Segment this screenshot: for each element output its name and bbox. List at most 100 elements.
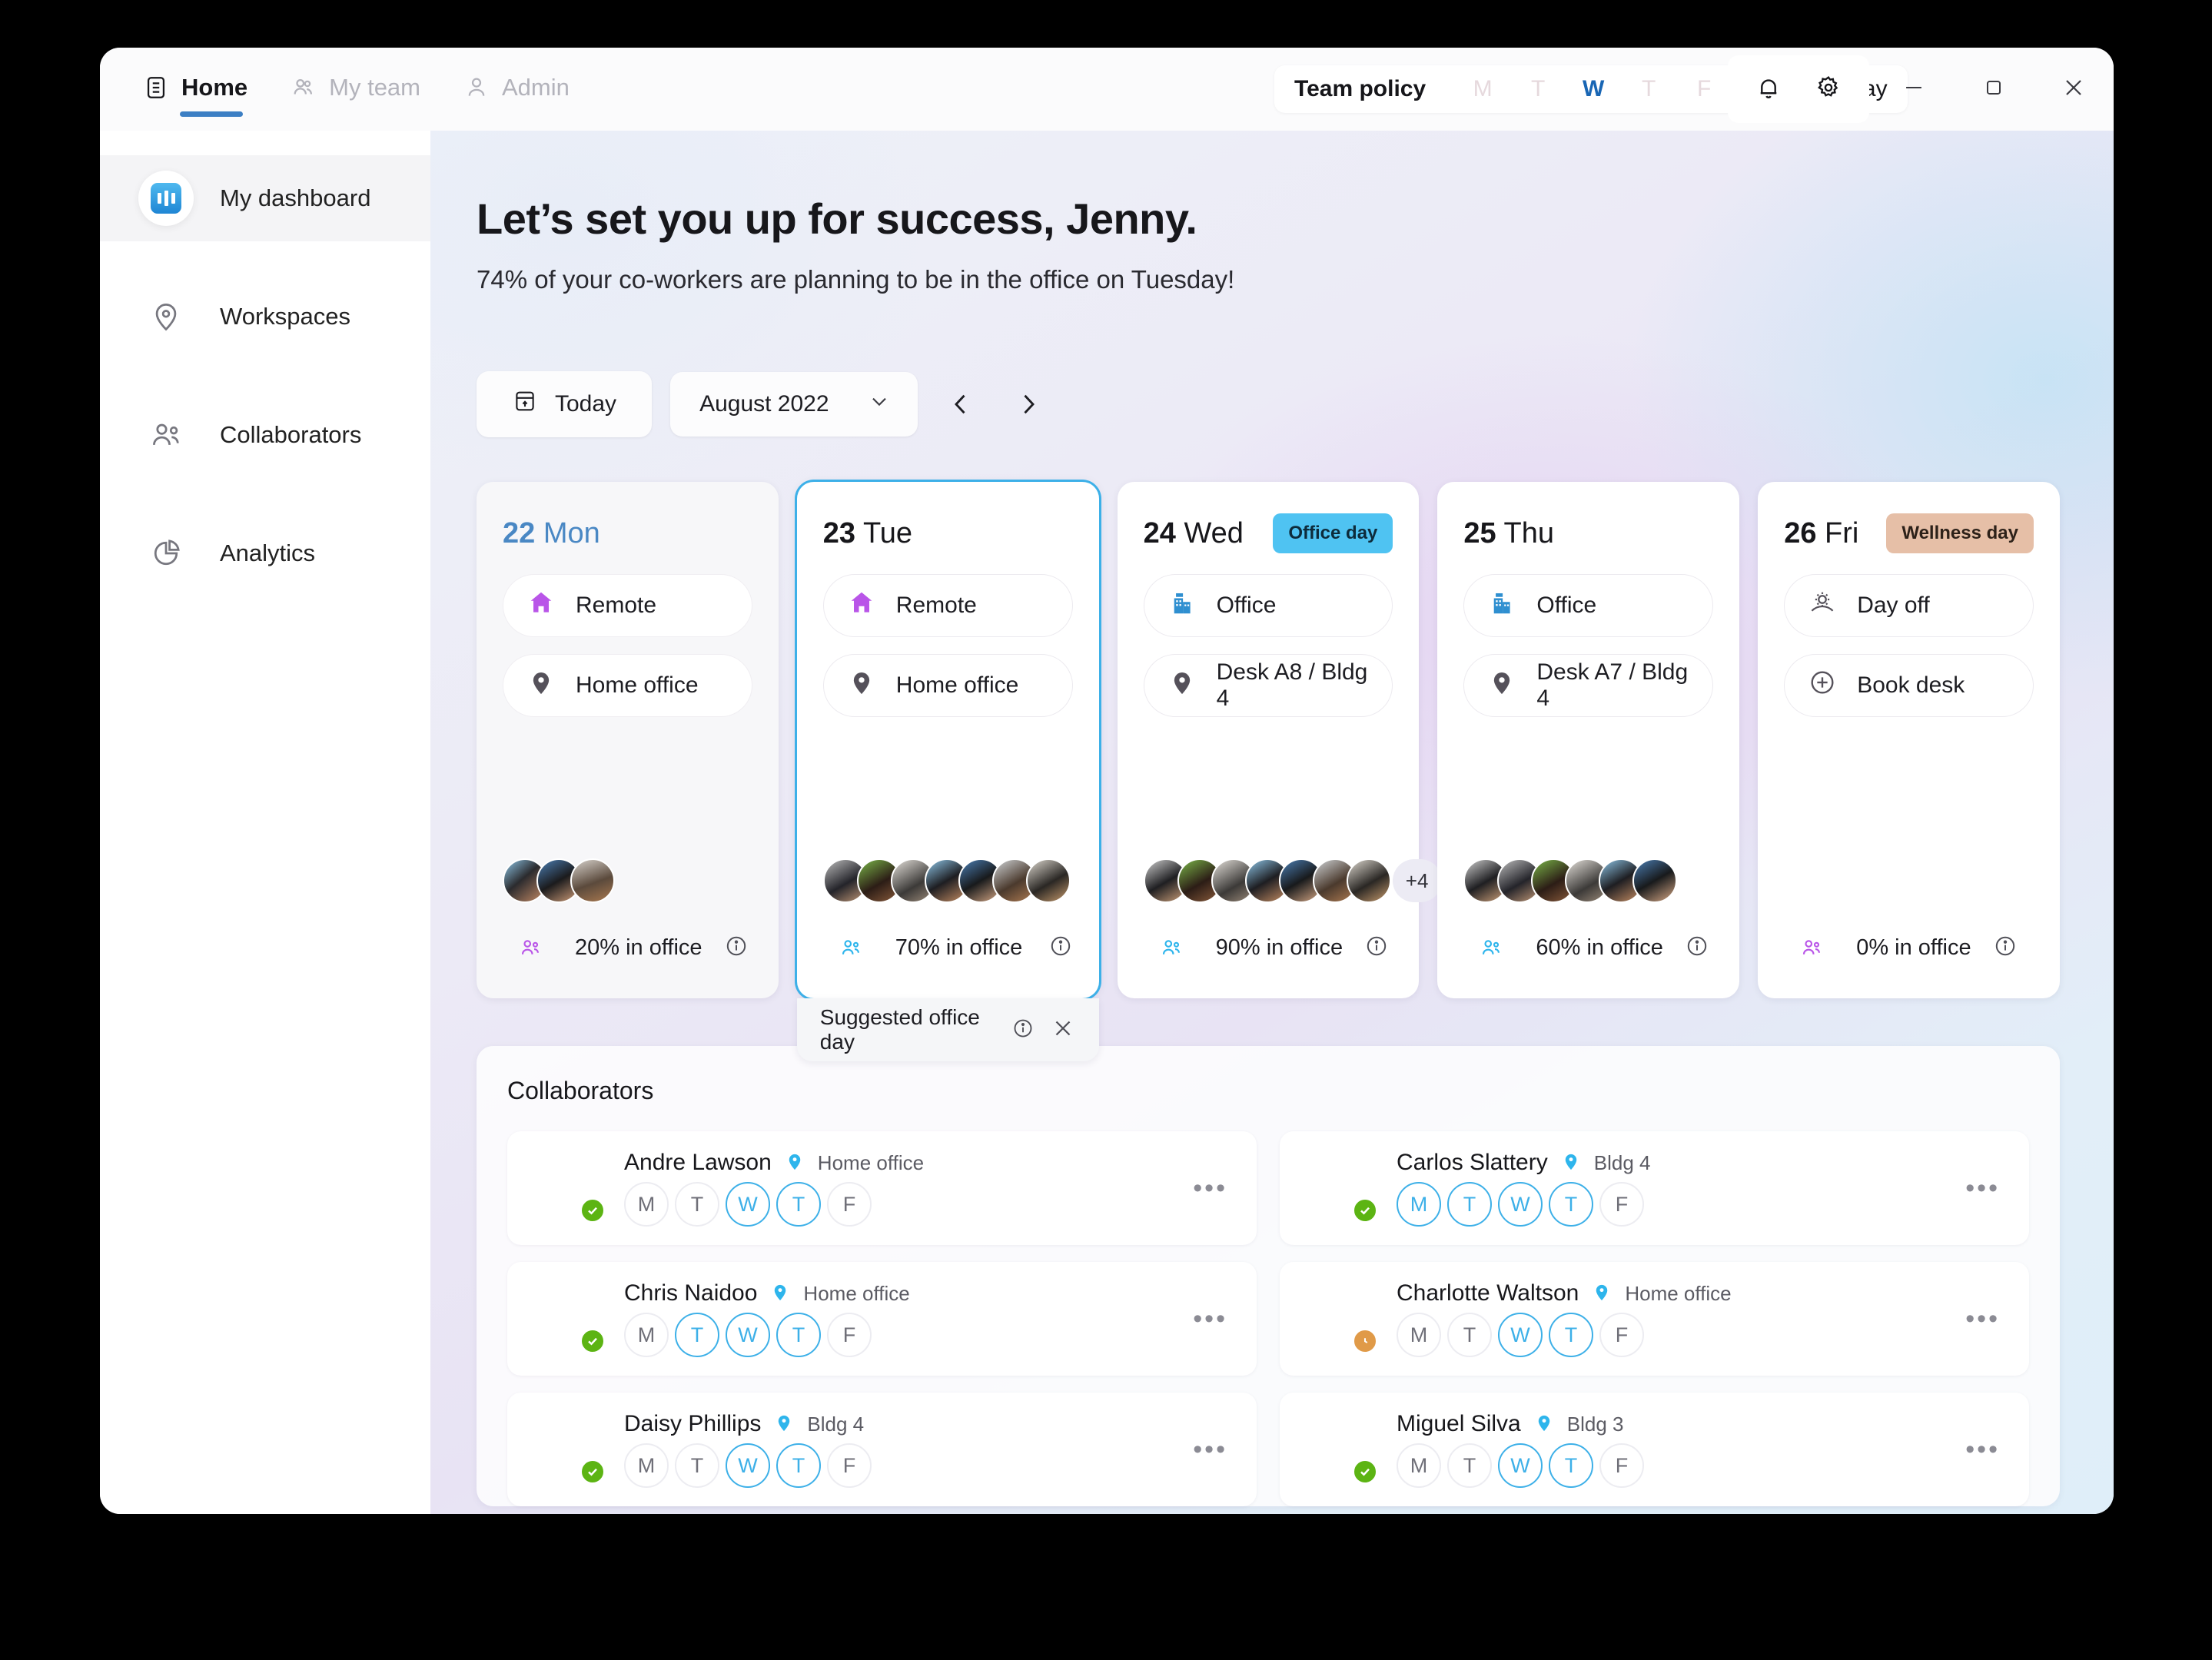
day-toggle-t1[interactable]: T <box>1447 1313 1492 1357</box>
day-card-mon-occupancy: 20% in office <box>503 920 752 975</box>
info-icon[interactable] <box>724 934 749 962</box>
day-card-wed-mode[interactable]: Office <box>1144 574 1393 637</box>
day-toggle-t1[interactable]: T <box>675 1182 719 1227</box>
people-icon <box>138 407 194 463</box>
row-more-button[interactable]: ••• <box>1965 1304 2000 1334</box>
tab-my-team[interactable]: My team <box>291 66 420 112</box>
sidebar-item-workspaces[interactable]: Workspaces <box>100 274 430 360</box>
day-toggle-m[interactable]: M <box>624 1313 669 1357</box>
today-button[interactable]: Today <box>477 371 652 437</box>
collaborator-row-charlotte-waltson[interactable]: Charlotte Waltson Home office M T W <box>1280 1262 2029 1376</box>
day-toggle-f[interactable]: F <box>827 1182 872 1227</box>
day-toggle-m[interactable]: M <box>624 1182 669 1227</box>
day-toggle-w[interactable]: W <box>726 1313 770 1357</box>
dashboard-icon <box>138 171 194 226</box>
collaborator-row-miguel-silva[interactable]: Miguel Silva Bldg 3 M T W <box>1280 1393 2029 1506</box>
collaborator-name: Charlotte Waltson <box>1397 1280 1579 1306</box>
day-card-mon-avatars[interactable] <box>503 858 752 903</box>
info-icon[interactable] <box>1993 934 2018 962</box>
day-toggle-f[interactable]: F <box>1599 1313 1644 1357</box>
day-toggle-f[interactable]: F <box>827 1313 872 1357</box>
sidebar-item-my-dashboard[interactable]: My dashboard <box>100 155 430 241</box>
day-card-fri-book-desk[interactable]: Book desk <box>1784 654 2034 717</box>
day-toggle-t2[interactable]: T <box>776 1313 821 1357</box>
day-toggle-m[interactable]: M <box>624 1443 669 1488</box>
day-toggle-w[interactable]: W <box>1498 1443 1543 1488</box>
day-card-fri-occupancy: 0% in office <box>1784 920 2034 975</box>
day-card-fri-bottom: 0% in office <box>1784 903 2034 998</box>
day-toggle-t2[interactable]: T <box>1549 1182 1593 1227</box>
day-card-tue-avatars[interactable] <box>823 858 1073 903</box>
avatar-overflow-count[interactable]: +4 <box>1393 859 1442 902</box>
sidebar-item-analytics[interactable]: Analytics <box>100 510 430 596</box>
row-more-button[interactable]: ••• <box>1193 1435 1227 1465</box>
day-card-thu-mode[interactable]: Office <box>1463 574 1713 637</box>
day-card-tue-mode[interactable]: Remote <box>823 574 1073 637</box>
day-card-thu-avatars[interactable] <box>1463 858 1713 903</box>
day-toggle-t1[interactable]: T <box>1447 1182 1492 1227</box>
day-card-tue-head: 23 Tue <box>823 510 1073 557</box>
sidebar-item-collaborators[interactable]: Collaborators <box>100 392 430 478</box>
collaborator-row-chris-naidoo[interactable]: Chris Naidoo Home office M T W <box>507 1262 1257 1376</box>
day-toggle-t2[interactable]: T <box>776 1182 821 1227</box>
day-card-wed[interactable]: 24 Wed Office day <box>1118 482 1420 998</box>
day-card-fri-mode[interactable]: Day off <box>1784 574 2034 637</box>
day-card-fri-book-desk-label: Book desk <box>1857 672 1965 699</box>
day-card-fri[interactable]: 26 Fri Wellness day <box>1758 482 2060 998</box>
collaborator-info: Daisy Phillips Bldg 4 M T W <box>624 1411 872 1488</box>
minimize-button[interactable] <box>1874 48 1954 131</box>
collaborator-name: Andre Lawson <box>624 1150 772 1176</box>
info-icon[interactable] <box>1364 934 1389 962</box>
day-card-wed-location[interactable]: Desk A8 / Bldg 4 <box>1144 654 1393 717</box>
day-toggle-w[interactable]: W <box>726 1443 770 1488</box>
day-card-mon[interactable]: 22 Mon Remote Home office <box>477 482 779 998</box>
day-card-tue-location[interactable]: Home office <box>823 654 1073 717</box>
info-icon[interactable] <box>1685 934 1709 962</box>
collaborator-row-daisy-phillips[interactable]: Daisy Phillips Bldg 4 M T W <box>507 1393 1257 1506</box>
day-toggle-m[interactable]: M <box>1397 1313 1441 1357</box>
prev-week-button[interactable] <box>936 380 985 429</box>
day-toggle-t1[interactable]: T <box>1447 1443 1492 1488</box>
next-week-button[interactable] <box>1004 380 1053 429</box>
day-toggle-f[interactable]: F <box>1599 1443 1644 1488</box>
close-button[interactable] <box>2034 48 2114 131</box>
maximize-button[interactable] <box>1954 48 2034 131</box>
day-toggle-t2[interactable]: T <box>1549 1313 1593 1357</box>
day-toggle-f[interactable]: F <box>1599 1182 1644 1227</box>
main-content: Let’s set you up for success, Jenny. 74%… <box>430 131 2114 1514</box>
day-card-mon-mode[interactable]: Remote <box>503 574 752 637</box>
day-card-thu-location[interactable]: Desk A7 / Bldg 4 <box>1463 654 1713 717</box>
day-card-mon-location[interactable]: Home office <box>503 654 752 717</box>
collaborator-row-carlos-slattery[interactable]: Carlos Slattery Bldg 4 M T W <box>1280 1131 2029 1245</box>
row-more-button[interactable]: ••• <box>1193 1304 1227 1334</box>
collaborator-row-andre-lawson[interactable]: Andre Lawson Home office M T W <box>507 1131 1257 1245</box>
day-toggle-t2[interactable]: T <box>776 1443 821 1488</box>
tab-admin[interactable]: Admin <box>463 66 570 112</box>
occupancy-donut <box>503 920 558 975</box>
day-card-thu[interactable]: 25 Thu Offic <box>1437 482 1739 998</box>
day-card-tue[interactable]: 23 Tue Remote Home office <box>797 482 1099 998</box>
day-toggle-t1[interactable]: T <box>675 1443 719 1488</box>
settings-button[interactable] <box>1798 63 1858 115</box>
calendar-toolbar: Today August 2022 <box>477 371 2060 437</box>
info-icon[interactable] <box>1011 1017 1035 1044</box>
notifications-button[interactable] <box>1739 63 1798 115</box>
day-toggle-t2[interactable]: T <box>1549 1443 1593 1488</box>
month-select[interactable]: August 2022 <box>670 372 918 437</box>
people-icon <box>839 936 862 959</box>
row-more-button[interactable]: ••• <box>1965 1435 2000 1465</box>
info-icon[interactable] <box>1048 934 1073 962</box>
day-toggle-w[interactable]: W <box>1498 1313 1543 1357</box>
day-toggle-w[interactable]: W <box>726 1182 770 1227</box>
collaborator-info: Chris Naidoo Home office M T W <box>624 1280 910 1357</box>
day-toggle-t1[interactable]: T <box>675 1313 719 1357</box>
day-card-wed-avatars[interactable]: +4 <box>1144 858 1393 903</box>
day-toggle-f[interactable]: F <box>827 1443 872 1488</box>
row-more-button[interactable]: ••• <box>1193 1174 1227 1204</box>
close-icon[interactable] <box>1050 1015 1076 1045</box>
row-more-button[interactable]: ••• <box>1965 1174 2000 1204</box>
day-toggle-m[interactable]: M <box>1397 1182 1441 1227</box>
day-toggle-m[interactable]: M <box>1397 1443 1441 1488</box>
tab-home[interactable]: Home <box>143 66 247 112</box>
day-toggle-w[interactable]: W <box>1498 1182 1543 1227</box>
